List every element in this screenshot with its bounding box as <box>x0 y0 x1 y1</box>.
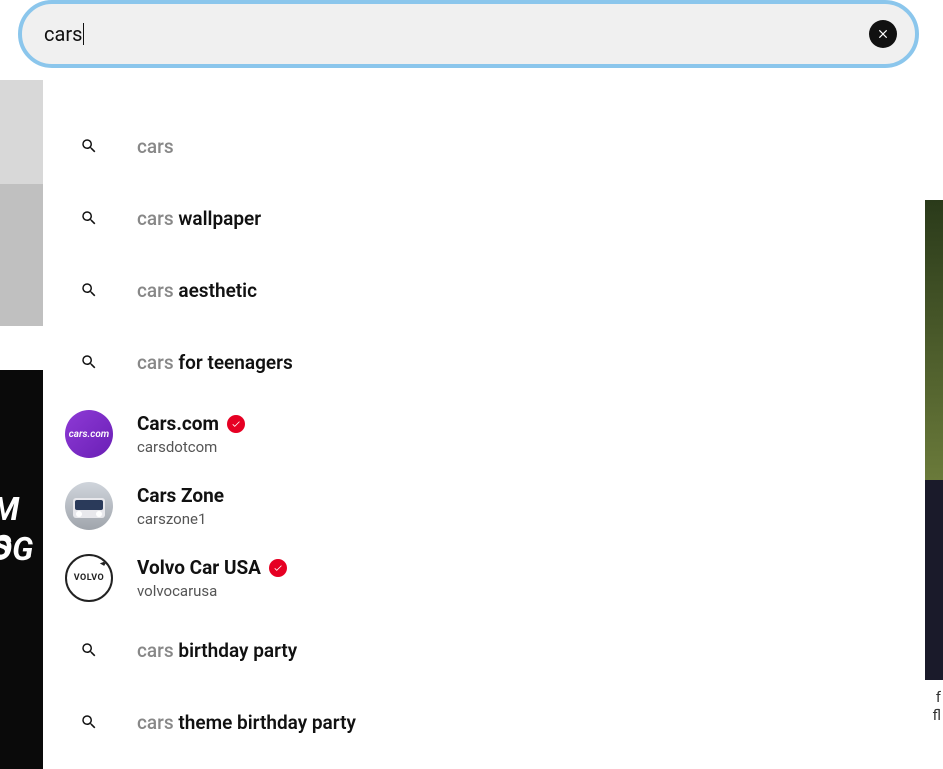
search-bar[interactable]: cars <box>18 0 919 68</box>
suggestion-query[interactable]: cars wallpaper <box>43 182 925 254</box>
profile-username: carszone1 <box>137 510 905 528</box>
search-icon <box>65 698 113 746</box>
search-icon <box>65 122 113 170</box>
clear-search-button[interactable] <box>869 20 897 48</box>
profile-name: Cars Zone <box>137 484 905 507</box>
profile-avatar: cars.com <box>65 410 113 458</box>
suggestion-text: cars theme birthday party <box>137 711 905 734</box>
search-icon <box>65 194 113 242</box>
suggestion-query[interactable]: cars for teenagers <box>43 326 925 398</box>
suggestion-profile[interactable]: cars.com Cars.com carsdotcom <box>43 398 925 470</box>
suggestion-text: cars aesthetic <box>137 279 905 302</box>
bg-content-right <box>925 480 943 680</box>
bg-text-right: f <box>936 688 941 706</box>
suggestion-text: cars birthday party <box>137 639 905 662</box>
suggestion-query[interactable]: cars theme birthday party <box>43 686 925 758</box>
suggestion-query[interactable]: cars aesthetic <box>43 254 925 326</box>
suggestion-text: cars wallpaper <box>137 207 905 230</box>
suggestion-query[interactable]: cars birthday party <box>43 614 925 686</box>
profile-username: carsdotcom <box>137 438 905 456</box>
search-icon <box>65 266 113 314</box>
profile-name: Cars.com <box>137 412 905 435</box>
search-suggestions-dropdown: cars cars wallpaper cars aesthetic cars for… <box>43 80 925 769</box>
verified-badge-icon <box>227 415 245 433</box>
profile-name: Volvo Car USA <box>137 556 905 579</box>
profile-avatar: VOLVO <box>65 554 113 602</box>
bg-content-right <box>925 200 943 480</box>
verified-badge-icon <box>269 559 287 577</box>
profile-username: volvocarusa <box>137 582 905 600</box>
search-icon <box>65 626 113 674</box>
suggestion-query[interactable]: cars <box>43 110 925 182</box>
suggestion-query[interactable]: cars cake <box>43 758 925 769</box>
close-icon <box>876 27 890 41</box>
suggestion-text: cars for teenagers <box>137 351 905 374</box>
bg-text: DG <box>0 530 33 568</box>
bg-content-left <box>0 80 43 184</box>
suggestion-text: cars <box>137 135 905 158</box>
suggestion-profile[interactable]: VOLVO Volvo Car USA volvocarusa <box>43 542 925 614</box>
bg-text-right: fl <box>932 706 941 724</box>
profile-avatar <box>65 482 113 530</box>
search-icon <box>65 338 113 386</box>
bg-content-left-dark: M S DG <box>0 370 43 769</box>
suggestion-profile[interactable]: Cars Zone carszone1 <box>43 470 925 542</box>
bg-content-left <box>0 184 43 326</box>
